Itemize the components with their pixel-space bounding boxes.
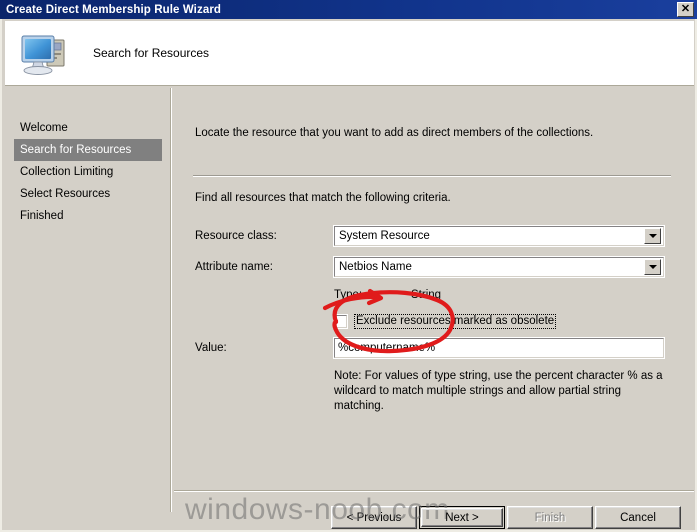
previous-button[interactable]: < Previous xyxy=(331,506,417,529)
resource-class-value: System Resource xyxy=(339,230,430,242)
chevron-down-icon[interactable] xyxy=(644,228,661,244)
cancel-button-label: Cancel xyxy=(620,511,656,524)
finish-button: Finish xyxy=(507,506,593,529)
title-bar: Create Direct Membership Rule Wizard ✕ xyxy=(0,0,697,19)
type-label: Type: xyxy=(334,289,363,301)
type-value: String xyxy=(411,289,442,301)
sidebar-item-finished[interactable]: Finished xyxy=(6,205,170,227)
sidebar-item-label: Finished xyxy=(20,210,64,222)
value-label: Value: xyxy=(195,342,227,354)
window-body: Search for Resources Welcome Search for … xyxy=(0,19,697,532)
exclude-obsolete-checkbox-row[interactable]: Exclude resources marked as obsolete xyxy=(333,314,557,329)
page-title: Search for Resources xyxy=(93,46,210,60)
previous-button-label: < Previous xyxy=(346,511,402,524)
sidebar-item-label: Welcome xyxy=(20,122,68,134)
value-input-text: %computername% xyxy=(338,342,436,354)
content-pane: Locate the resource that you want to add… xyxy=(174,88,694,490)
footer-buttons: < Previous Next > Finish Cancel xyxy=(174,499,694,532)
criteria-text: Find all resources that match the follow… xyxy=(195,192,451,204)
steps-list: Welcome Search for Resources Collection … xyxy=(6,117,170,227)
next-button-label: Next > xyxy=(445,511,479,524)
chevron-down-icon[interactable] xyxy=(644,259,661,275)
cancel-button[interactable]: Cancel xyxy=(595,506,681,529)
sidebar-item-search-for-resources[interactable]: Search for Resources xyxy=(14,139,162,161)
resource-class-label: Resource class: xyxy=(195,230,277,242)
sidebar-item-label: Collection Limiting xyxy=(20,166,114,178)
computer-icon xyxy=(21,35,65,75)
wizard-header: Search for Resources xyxy=(5,21,694,85)
sidebar-item-label: Select Resources xyxy=(20,188,111,200)
attribute-name-label: Attribute name: xyxy=(195,261,273,273)
sidebar-item-label: Search for Resources xyxy=(20,144,132,156)
wizard-window: Create Direct Membership Rule Wizard ✕ S… xyxy=(0,0,697,532)
header-divider xyxy=(5,85,694,86)
sidebar-item-collection-limiting[interactable]: Collection Limiting xyxy=(6,161,170,183)
attribute-name-value: Netbios Name xyxy=(339,261,412,273)
footer-divider xyxy=(174,490,694,492)
close-icon: ✕ xyxy=(680,3,691,15)
sidebar-item-select-resources[interactable]: Select Resources xyxy=(6,183,170,205)
attribute-name-dropdown[interactable]: Netbios Name xyxy=(333,256,665,278)
value-input[interactable]: %computername% xyxy=(333,337,665,359)
next-button[interactable]: Next > xyxy=(419,506,505,529)
window-title: Create Direct Membership Rule Wizard xyxy=(6,3,222,16)
sidebar-divider xyxy=(170,88,172,512)
wizard-steps-sidebar: Welcome Search for Resources Collection … xyxy=(6,88,170,512)
resource-class-dropdown[interactable]: System Resource xyxy=(333,225,665,247)
close-button[interactable]: ✕ xyxy=(677,2,694,17)
exclude-obsolete-checkbox[interactable] xyxy=(333,314,348,329)
content-separator xyxy=(193,175,671,177)
note-text: Note: For values of type string, use the… xyxy=(334,370,663,412)
sidebar-item-welcome[interactable]: Welcome xyxy=(6,117,170,139)
exclude-obsolete-label: Exclude resources marked as obsolete xyxy=(354,314,557,329)
intro-text: Locate the resource that you want to add… xyxy=(195,127,594,139)
finish-button-label: Finish xyxy=(534,511,566,524)
